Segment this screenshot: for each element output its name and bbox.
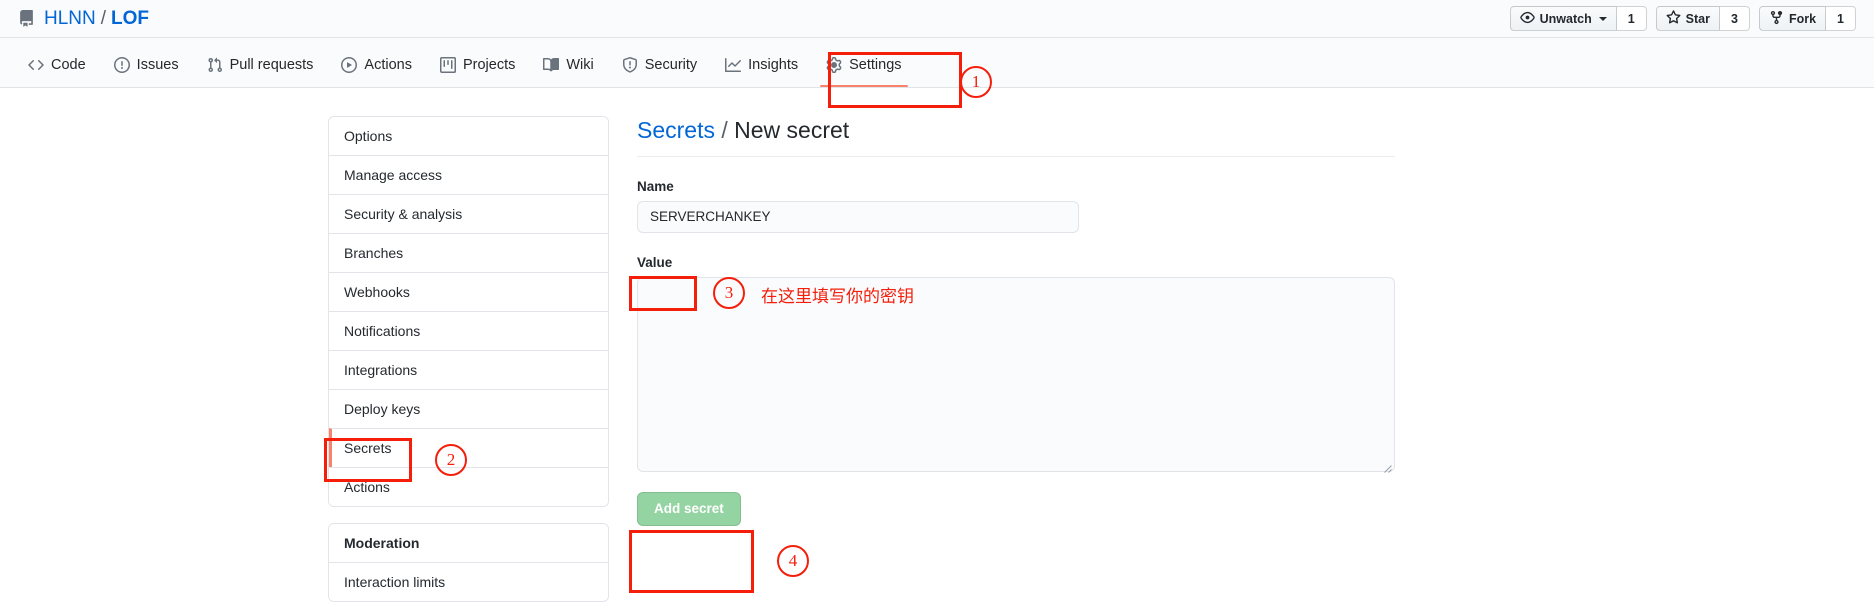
sidebar-item-interaction-limits[interactable]: Interaction limits [329,562,608,601]
star-button-group: Star 3 [1655,6,1750,31]
add-secret-button[interactable]: Add secret [637,491,741,526]
star-label: Star [1685,11,1710,26]
star-button[interactable]: Star [1655,6,1720,31]
main-content: Secrets / New secret Name Value Add secr… [637,116,1397,602]
sidebar-item-manage-access[interactable]: Manage access [329,155,608,194]
annotation-marker-2: 2 [435,444,467,476]
sidebar-item-actions[interactable]: Actions [329,467,608,506]
breadcrumb-secrets-link[interactable]: Secrets [637,117,715,143]
eye-icon [1519,10,1535,28]
unwatch-label: Unwatch [1539,11,1592,26]
value-field-label: Value [637,254,673,270]
fork-button-group: Fork 1 [1758,6,1856,31]
layout-spacer [0,116,328,602]
tab-code[interactable]: Code [14,57,100,87]
secret-value-wrapper [637,276,1395,473]
graph-icon [725,57,742,73]
tab-settings-label: Settings [849,57,902,73]
watch-count[interactable]: 1 [1616,6,1647,31]
tab-settings[interactable]: Settings [812,57,915,87]
annotation-marker-1: 1 [960,66,992,98]
fork-icon [1769,10,1784,28]
page-body: Options Manage access Security & analysi… [0,88,1874,602]
tab-actions[interactable]: Actions [327,57,426,87]
fork-button[interactable]: Fork [1758,6,1827,31]
sidebar-item-integrations[interactable]: Integrations [329,350,608,389]
book-icon [543,57,560,73]
fork-label: Fork [1788,11,1817,26]
tab-wiki[interactable]: Wiki [529,57,607,87]
settings-sidebar: Options Manage access Security & analysi… [328,116,609,602]
breadcrumb-current: New secret [734,117,850,143]
breadcrumb-separator: / [721,117,728,143]
tab-security-label: Security [644,57,698,73]
sidebar-item-webhooks[interactable]: Webhooks [329,272,608,311]
settings-menu-card: Options Manage access Security & analysi… [328,116,609,507]
secret-name-input[interactable] [637,200,1079,233]
annotation-marker-4: 4 [777,545,809,577]
tab-insights[interactable]: Insights [711,57,812,87]
repo-separator: / [100,8,107,29]
git-pull-request-icon [207,57,223,73]
secret-value-textarea[interactable] [637,276,1395,472]
tab-security[interactable]: Security [608,57,711,87]
gear-icon [826,57,842,73]
annotation-note-3: 在这里填写你的密钥 [761,287,914,306]
tab-pull-requests-label: Pull requests [229,57,314,73]
sidebar-item-secrets[interactable]: Secrets [329,428,608,467]
repo-name-link[interactable]: LOF [111,9,149,28]
watch-button-group: Unwatch 1 [1509,6,1647,31]
name-field-label: Name [637,178,674,194]
star-icon [1666,9,1681,28]
code-icon [28,57,44,73]
annotation-marker-3: 3 [713,277,745,309]
play-icon [341,57,358,73]
chevron-down-icon [1598,16,1607,21]
page-title: Secrets / New secret [637,116,1395,157]
issue-opened-icon [113,57,130,73]
tab-insights-label: Insights [748,57,799,73]
sidebar-item-branches[interactable]: Branches [329,233,608,272]
sidebar-item-options[interactable]: Options [329,117,608,155]
tab-issues[interactable]: Issues [100,57,193,87]
sidebar-item-deploy-keys[interactable]: Deploy keys [329,389,608,428]
tab-pull-requests[interactable]: Pull requests [193,57,328,87]
tab-code-label: Code [51,57,86,73]
repo-header: HLNN / LOF Unwatch 1 Star 3 Fork 1 [0,0,1874,38]
unwatch-button[interactable]: Unwatch [1509,6,1617,31]
fork-count[interactable]: 1 [1826,6,1856,31]
tab-actions-label: Actions [364,57,412,73]
moderation-menu-card: Moderation Interaction limits [328,523,609,602]
tab-projects[interactable]: Projects [426,57,529,87]
sidebar-item-security-analysis[interactable]: Security & analysis [329,194,608,233]
repo-icon [18,10,35,27]
repo-actions: Unwatch 1 Star 3 Fork 1 [1509,6,1856,31]
project-icon [439,57,456,73]
shield-icon [622,57,638,73]
sidebar-heading-moderation: Moderation [329,524,608,562]
tab-issues-label: Issues [136,57,179,73]
star-count[interactable]: 3 [1720,6,1750,31]
sidebar-item-notifications[interactable]: Notifications [329,311,608,350]
repo-nav: Code Issues Pull requests Actions Projec… [0,38,1874,88]
tab-projects-label: Projects [462,57,516,73]
repo-breadcrumb: HLNN / LOF [18,9,149,28]
tab-wiki-label: Wiki [566,57,594,73]
repo-owner-link[interactable]: HLNN [44,9,96,28]
